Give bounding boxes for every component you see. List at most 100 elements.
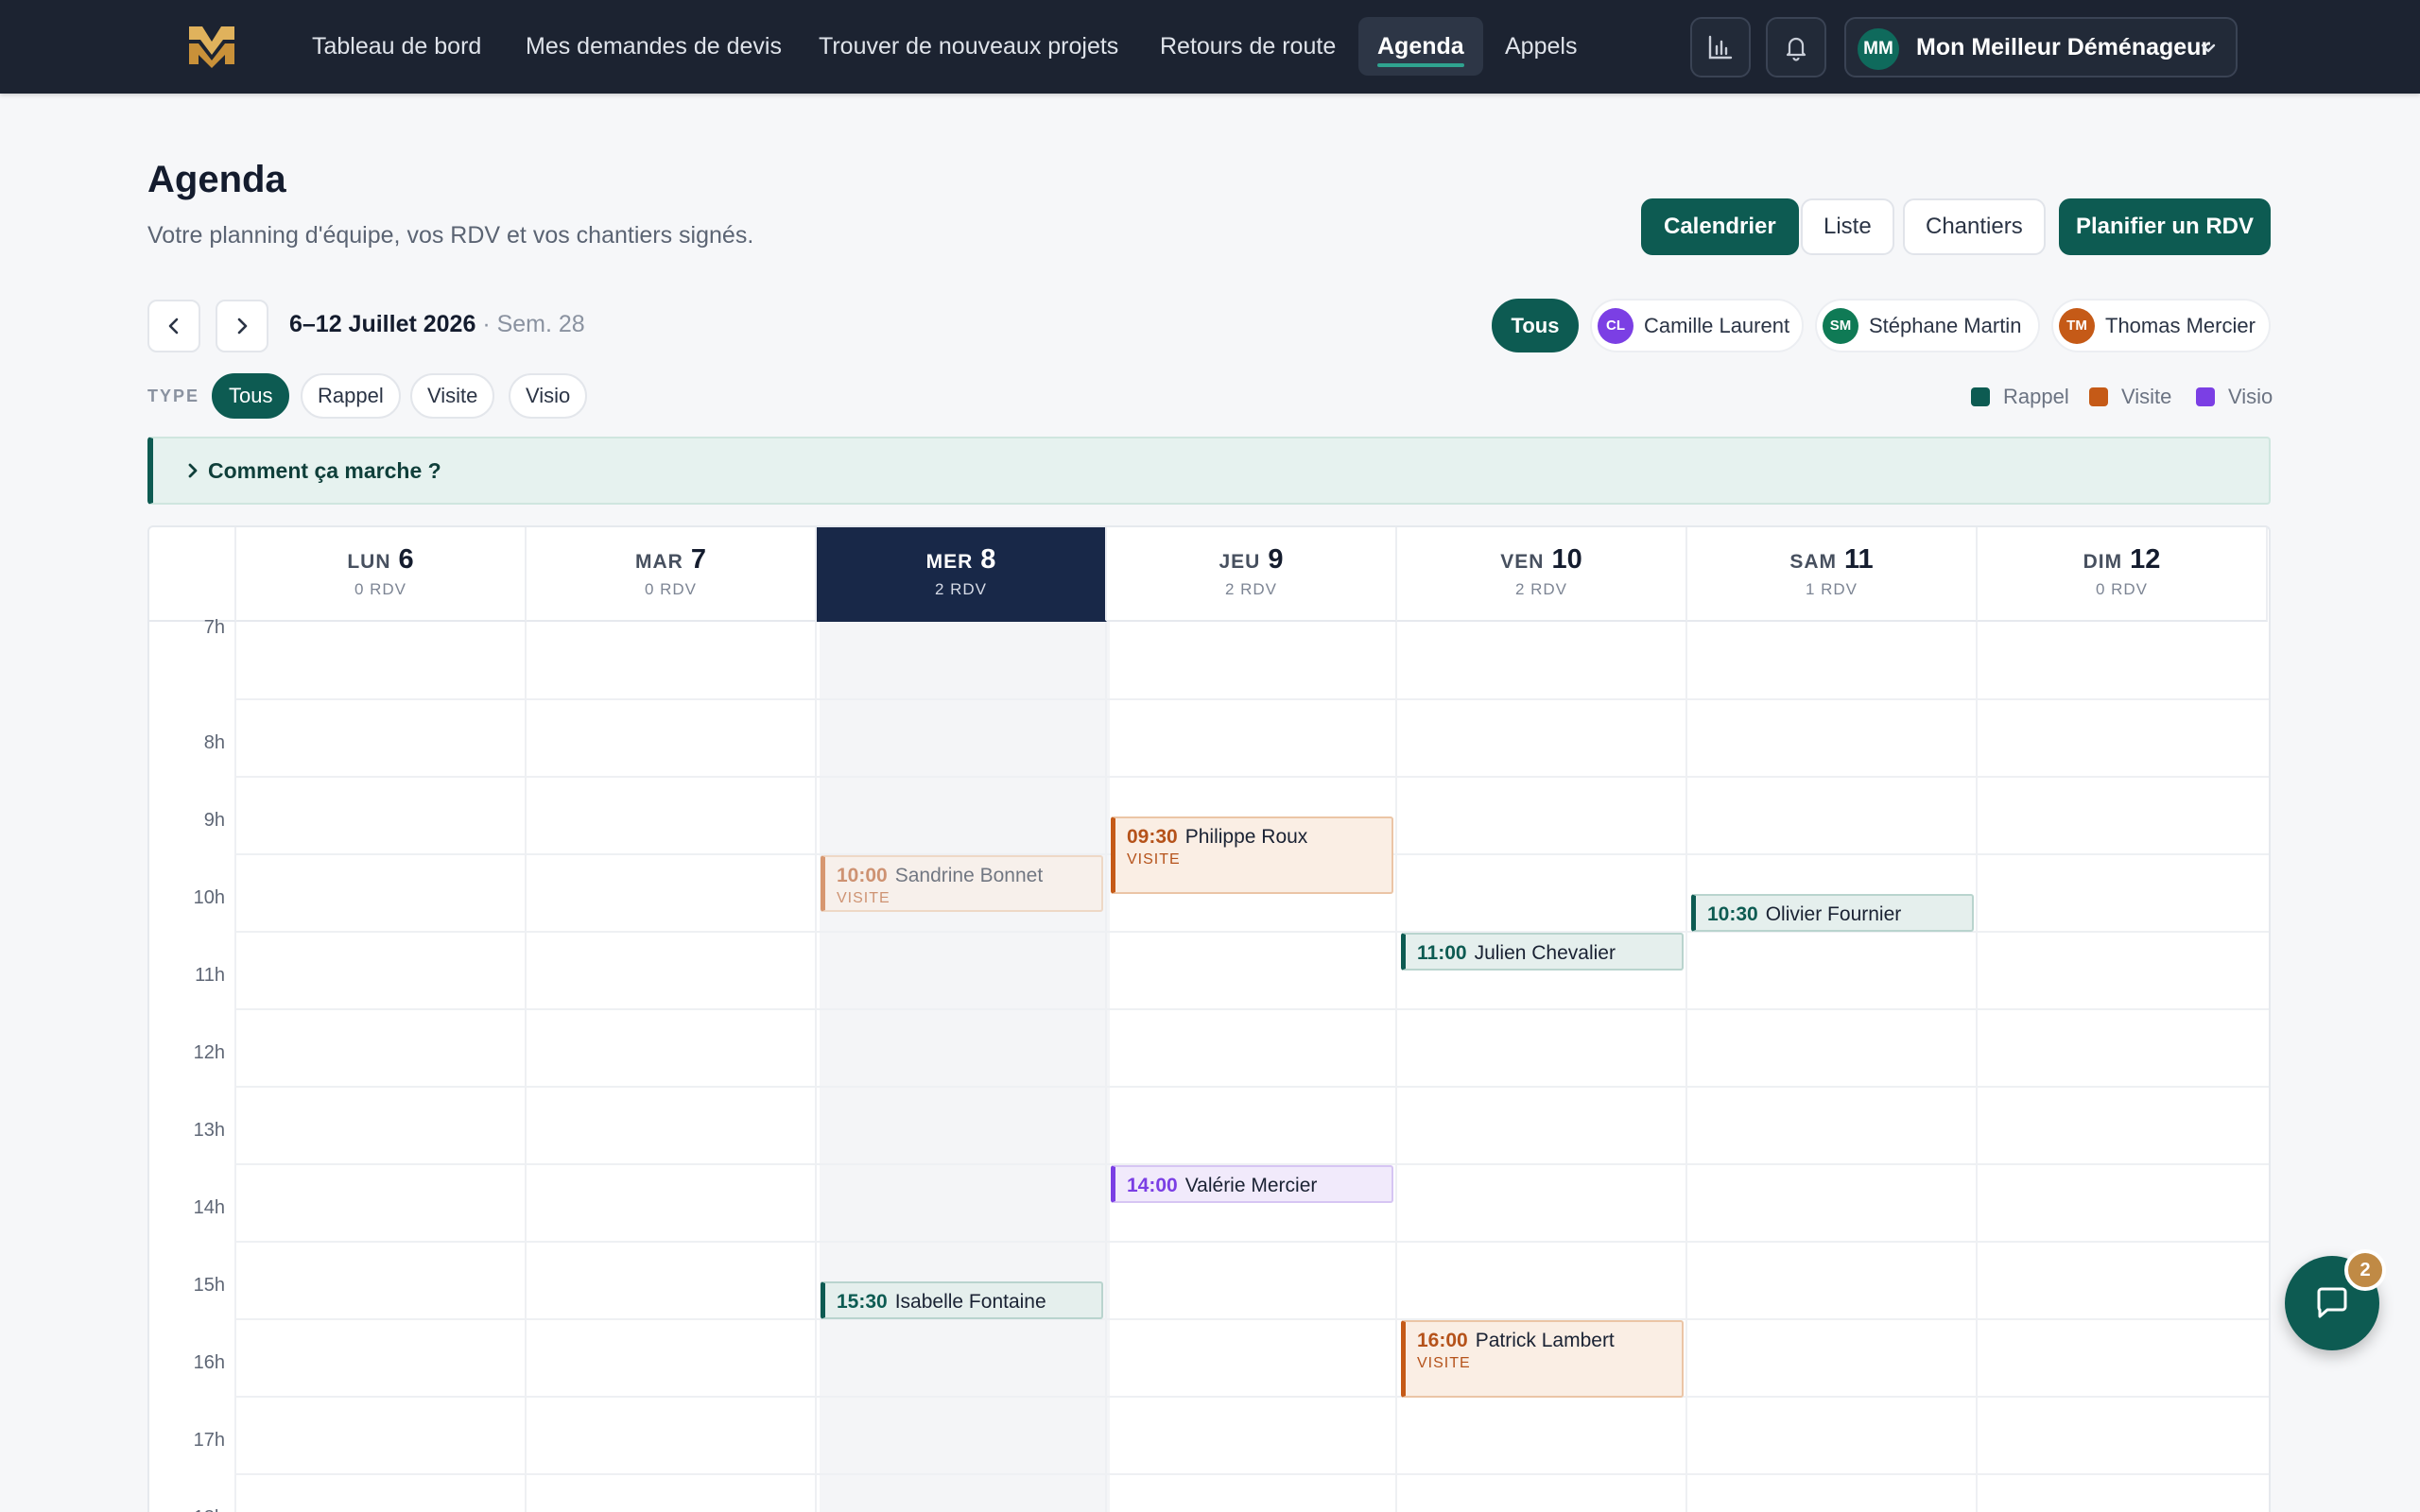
column-divider: [525, 622, 527, 1512]
chat-unread-badge: 2: [2344, 1249, 2386, 1291]
chevron-right-icon: [237, 318, 248, 335]
event-client-name: Isabelle Fontaine: [894, 1291, 1046, 1313]
avatar: SM: [1823, 308, 1858, 344]
event-client-name: Valérie Mercier: [1184, 1175, 1318, 1196]
day-header[interactable]: SAM 11 1 RDV: [1687, 527, 1978, 622]
column-divider: [1395, 622, 1397, 1512]
day-rdv-count: 0 RDV: [2095, 580, 2149, 598]
event-card[interactable]: 11:00 Julien Chevalier RAPPEL: [1401, 933, 1684, 971]
day-number: 7: [690, 544, 706, 575]
event-card[interactable]: 15:30 Isabelle Fontaine RAPPEL: [821, 1281, 1103, 1319]
nav-agenda[interactable]: Agenda: [1358, 17, 1483, 76]
nav-appels[interactable]: Appels: [1486, 17, 1596, 76]
time-gutter-header: [149, 527, 236, 622]
person-name: Camille Laurent: [1644, 314, 1790, 337]
nav-retours-de-route[interactable]: Retours de route: [1141, 17, 1355, 76]
nav-mes-demandes-de-devis[interactable]: Mes demandes de devis: [507, 17, 801, 76]
hour-label: 10h: [193, 887, 225, 908]
page-subtitle: Votre planning d'équipe, vos RDV et vos …: [147, 222, 754, 249]
day-rdv-count: 2 RDV: [934, 580, 988, 598]
week-number: · Sem. 28: [475, 311, 585, 337]
day-header[interactable]: JEU 9 2 RDV: [1107, 527, 1397, 622]
person-name: Thomas Mercier: [2105, 314, 2256, 337]
avatar: CL: [1598, 308, 1634, 344]
day-header[interactable]: LUN 6 0 RDV: [236, 527, 527, 622]
day-title: DIM 12: [1978, 544, 2266, 576]
event-type: VISIO: [1127, 1199, 1392, 1201]
week-label: 6–12 Juillet 2026 · Sem. 28: [289, 311, 585, 338]
nav-tableau-de-bord[interactable]: Tableau de bord: [293, 17, 500, 76]
event-card[interactable]: 10:30 Olivier Fournier RAPPEL: [1691, 894, 1974, 932]
event-heading: 14:00 Valérie Mercier: [1127, 1173, 1392, 1199]
next-week-button[interactable]: [216, 300, 268, 352]
day-title: MAR 7: [527, 544, 815, 576]
type-filter-rappel[interactable]: Rappel: [301, 373, 401, 419]
view-chantiers-button[interactable]: Chantiers: [1903, 198, 2046, 255]
view-calendrier-button[interactable]: Calendrier: [1641, 198, 1799, 255]
day-number: 6: [398, 544, 414, 575]
legend-rappel: Rappel: [1971, 384, 2075, 410]
hour-label: 13h: [193, 1120, 225, 1141]
day-rdv-count: 0 RDV: [354, 580, 407, 598]
event-card[interactable]: 09:30 Philippe Roux VISITE: [1111, 816, 1393, 894]
hour-label: 9h: [203, 810, 225, 831]
day-rdv-count: 0 RDV: [644, 580, 698, 598]
day-header[interactable]: VEN 10 2 RDV: [1397, 527, 1687, 622]
person-filter-camille-laurent[interactable]: CL Camille Laurent: [1590, 299, 1804, 352]
avatar: TM: [2059, 308, 2095, 344]
day-header[interactable]: DIM 12 0 RDV: [1978, 527, 2268, 622]
day-title: MER 8: [817, 544, 1105, 576]
event-type: VISITE: [1417, 1355, 1471, 1371]
day-header[interactable]: MAR 7 0 RDV: [527, 527, 817, 622]
day-header[interactable]: MER 8 2 RDV: [817, 527, 1107, 622]
person-filter-all[interactable]: Tous: [1492, 299, 1579, 352]
hour-label: 18h: [149, 1507, 225, 1512]
chat-bubble-icon: [2317, 1287, 2347, 1318]
day-abbr: MER: [925, 551, 974, 573]
hour-label: 16h: [193, 1352, 225, 1373]
view-liste-button[interactable]: Liste: [1801, 198, 1894, 255]
legend-label: Visio: [2228, 385, 2273, 408]
person-filter-thomas-mercier[interactable]: TM Thomas Mercier: [2051, 299, 2271, 352]
event-time: 15:30: [837, 1291, 888, 1313]
type-filter-visio[interactable]: Visio: [509, 373, 588, 419]
day-abbr: VEN: [1500, 551, 1545, 573]
event-card[interactable]: 14:00 Valérie Mercier VISIO: [1111, 1165, 1393, 1203]
notifications-button[interactable]: [1766, 17, 1826, 77]
person-name: Stéphane Martin: [1869, 314, 2022, 337]
user-menu-button[interactable]: MM Mon Meilleur Déménageur: [1844, 17, 2238, 77]
day-title: LUN 6: [236, 544, 525, 576]
event-time: 09:30: [1127, 826, 1178, 848]
event-heading: 10:00 Sandrine Bonnet: [837, 863, 1101, 889]
event-client-name: Julien Chevalier: [1474, 942, 1616, 964]
person-filter-stephane-martin[interactable]: SM Stéphane Martin: [1815, 299, 2040, 352]
day-title: VEN 10: [1397, 544, 1685, 576]
day-number: 12: [2130, 544, 2161, 575]
nav-trouver-nouveaux-projets[interactable]: Trouver de nouveaux projets: [800, 17, 1137, 76]
event-client-name: Philippe Roux: [1184, 826, 1308, 848]
day-title: JEU 9: [1107, 544, 1395, 576]
prev-week-button[interactable]: [147, 300, 200, 352]
hour-gridline: [236, 1086, 2269, 1088]
event-card[interactable]: 16:00 Patrick Lambert VISITE: [1401, 1320, 1684, 1398]
planifier-rdv-button[interactable]: Planifier un RDV: [2059, 198, 2271, 255]
event-time: 14:00: [1127, 1175, 1178, 1196]
legend-swatch: [2089, 387, 2108, 406]
day-number: 9: [1268, 544, 1284, 575]
hour-gridline: [236, 776, 2269, 778]
event-type: VISITE: [1127, 851, 1181, 868]
stats-button[interactable]: [1690, 17, 1751, 77]
event-client-name: Olivier Fournier: [1765, 903, 1902, 925]
day-abbr: MAR: [635, 551, 683, 573]
day-rdv-count: 1 RDV: [1805, 580, 1858, 598]
gutter-divider: [234, 622, 236, 1512]
type-filter-tous[interactable]: Tous: [212, 373, 290, 419]
how-it-works-toggle[interactable]: Comment ça marche ?: [147, 437, 2271, 505]
event-type: RAPPEL: [1707, 928, 1972, 930]
type-filter-visite[interactable]: Visite: [410, 373, 495, 419]
day-abbr: DIM: [2083, 551, 2123, 573]
event-card[interactable]: 10:00 Sandrine Bonnet VISITE: [821, 855, 1103, 912]
legend-visio: Visio: [2196, 384, 2273, 410]
day-number: 10: [1551, 544, 1582, 575]
logo-icon[interactable]: [185, 21, 238, 70]
